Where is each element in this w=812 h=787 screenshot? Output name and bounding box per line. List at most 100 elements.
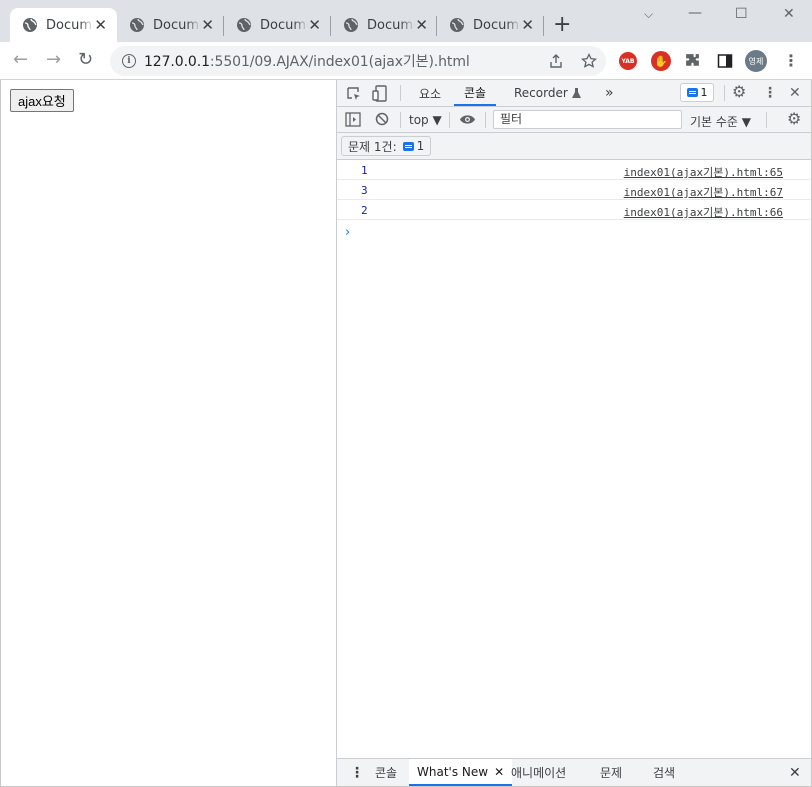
console-output: 1 index01(ajax기본).html:65 3 index01(ajax…	[337, 160, 811, 240]
divider	[449, 112, 450, 128]
tab-title: Document	[260, 17, 308, 33]
console-log-row: 3 index01(ajax기본).html:67	[337, 180, 811, 200]
recorder-label: Recorder	[514, 86, 568, 100]
log-source-link[interactable]: index01(ajax기본).html:66	[624, 204, 783, 220]
url-path: :5501/09.AJAX/index01(ajax기본).html	[209, 54, 470, 70]
tab-separator	[543, 16, 544, 36]
browser-tab[interactable]: Document ✕	[437, 8, 544, 42]
console-log-row: 2 index01(ajax기본).html:66	[337, 200, 811, 220]
inspect-element-icon[interactable]	[346, 86, 362, 102]
globe-icon	[23, 18, 37, 32]
url-host: 127.0.0.1	[144, 54, 210, 70]
new-tab-button[interactable]: +	[553, 14, 571, 36]
bookmark-star-icon[interactable]	[581, 53, 597, 69]
devtools-drawer: ⋮ 콘솔 What's New ✕ 애니메이션 문제 검색 ✕	[337, 758, 811, 786]
flask-icon	[571, 87, 581, 98]
divider	[724, 85, 725, 101]
site-info-icon[interactable]: i	[122, 54, 136, 68]
log-value: 1	[361, 164, 368, 177]
log-value: 2	[361, 204, 368, 217]
tab-close-icon[interactable]: ✕	[201, 17, 214, 33]
console-settings-gear-icon[interactable]: ⚙	[787, 111, 801, 127]
log-source-link[interactable]: index01(ajax기본).html:65	[624, 164, 783, 180]
minimize-button[interactable]: —	[688, 5, 702, 21]
drawer-close-icon[interactable]: ✕	[789, 759, 801, 786]
tab-title: Document	[473, 17, 521, 33]
tab-close-icon[interactable]: ✕	[521, 17, 534, 33]
globe-icon	[450, 18, 464, 32]
more-tabs-icon[interactable]: »	[605, 80, 614, 106]
devtools-panel: 요소 콘솔 Recorder » 1 ⚙ ⋮ ✕ top ▼ 필터 기본 수준 …	[336, 80, 812, 787]
tab-strip: Document ✕ Document ✕ Document ✕ Documen…	[0, 0, 812, 42]
browser-tab[interactable]: Document ✕	[10, 8, 117, 42]
log-level-select[interactable]: 기본 수준 ▼	[690, 113, 751, 130]
console-prompt[interactable]: ›	[345, 225, 350, 240]
tab-elements[interactable]: 요소	[419, 80, 441, 106]
issues-chip-count: 1	[416, 139, 425, 153]
whats-new-close-icon[interactable]: ✕	[494, 765, 504, 779]
drawer-tab-search[interactable]: 검색	[653, 759, 675, 786]
devtools-tabbar: 요소 콘솔 Recorder » 1 ⚙ ⋮ ✕	[337, 80, 811, 107]
window-close-button[interactable]: ✕	[783, 6, 795, 22]
drawer-tab-animations[interactable]: 애니메이션	[511, 759, 566, 786]
issue-count: 1	[700, 86, 708, 99]
address-bar[interactable]: i 127.0.0.1:5501/09.AJAX/index01(ajax기본)…	[110, 46, 606, 76]
reload-button[interactable]: ↻	[78, 51, 93, 69]
maximize-button[interactable]: ☐	[735, 6, 748, 22]
message-icon	[686, 88, 698, 97]
tab-search-icon[interactable]: ⌵	[644, 7, 653, 22]
devtools-close-icon[interactable]: ✕	[789, 86, 801, 100]
divider	[766, 112, 767, 128]
drawer-tab-issues[interactable]: 문제	[600, 759, 622, 786]
clear-console-icon[interactable]	[375, 112, 389, 126]
message-icon	[402, 141, 414, 151]
avatar[interactable]: 영제	[745, 50, 767, 72]
tab-close-icon[interactable]: ✕	[94, 17, 107, 33]
sidebar-toggle-icon[interactable]	[345, 112, 361, 127]
page-viewport: ajax요청	[0, 80, 337, 787]
tab-console[interactable]: 콘솔	[454, 80, 497, 106]
browser-tab[interactable]: Document ✕	[331, 8, 438, 42]
yab-extension-icon[interactable]: YAB	[619, 52, 637, 70]
tab-title: Document	[153, 17, 201, 33]
settings-gear-icon[interactable]: ⚙	[732, 84, 746, 100]
log-source-link[interactable]: index01(ajax기본).html:67	[624, 184, 783, 200]
side-panel-icon[interactable]	[717, 53, 733, 69]
extensions-puzzle-icon[interactable]	[684, 53, 701, 70]
issues-counter[interactable]: 1	[680, 83, 714, 102]
console-toolbar: top ▼ 필터 기본 수준 ▼ ⚙	[337, 107, 811, 133]
back-button[interactable]: ←	[13, 51, 28, 69]
browser-menu-icon[interactable]: ⋮	[783, 51, 799, 70]
filter-input[interactable]: 필터	[493, 110, 682, 129]
globe-icon	[237, 18, 251, 32]
tab-close-icon[interactable]: ✕	[415, 17, 428, 33]
browser-tab[interactable]: Document ✕	[224, 8, 331, 42]
tab-close-icon[interactable]: ✕	[308, 17, 321, 33]
share-icon[interactable]	[548, 53, 564, 69]
log-value: 3	[361, 184, 368, 197]
device-toolbar-icon[interactable]	[372, 85, 388, 102]
issues-label: 문제 1건:	[348, 139, 397, 154]
devtools-menu-icon[interactable]: ⋮	[763, 86, 777, 100]
drawer-tab-whats-new[interactable]: What's New ✕	[409, 759, 513, 786]
tab-title: Document	[46, 17, 94, 33]
url-text: 127.0.0.1:5501/09.AJAX/index01(ajax기본).h…	[144, 51, 470, 71]
forward-button[interactable]: →	[46, 51, 61, 69]
issues-chip[interactable]: 문제 1건: 1	[341, 136, 432, 156]
divider	[485, 112, 486, 128]
ajax-request-button[interactable]: ajax요청	[10, 89, 74, 112]
tab-recorder[interactable]: Recorder	[514, 80, 581, 106]
context-select[interactable]: top ▼	[409, 113, 442, 127]
tab-title: Document	[367, 17, 415, 33]
divider	[400, 85, 401, 101]
block-extension-icon[interactable]: ✋	[651, 51, 671, 71]
drawer-tab-console[interactable]: 콘솔	[375, 759, 397, 786]
globe-icon	[130, 18, 144, 32]
browser-tab[interactable]: Document ✕	[117, 8, 224, 42]
drawer-menu-icon[interactable]: ⋮	[350, 759, 364, 786]
issues-bar: 문제 1건: 1	[337, 133, 811, 160]
globe-icon	[344, 18, 358, 32]
live-expression-eye-icon[interactable]	[459, 114, 476, 125]
divider	[400, 112, 401, 128]
whats-new-label: What's New	[417, 764, 489, 779]
